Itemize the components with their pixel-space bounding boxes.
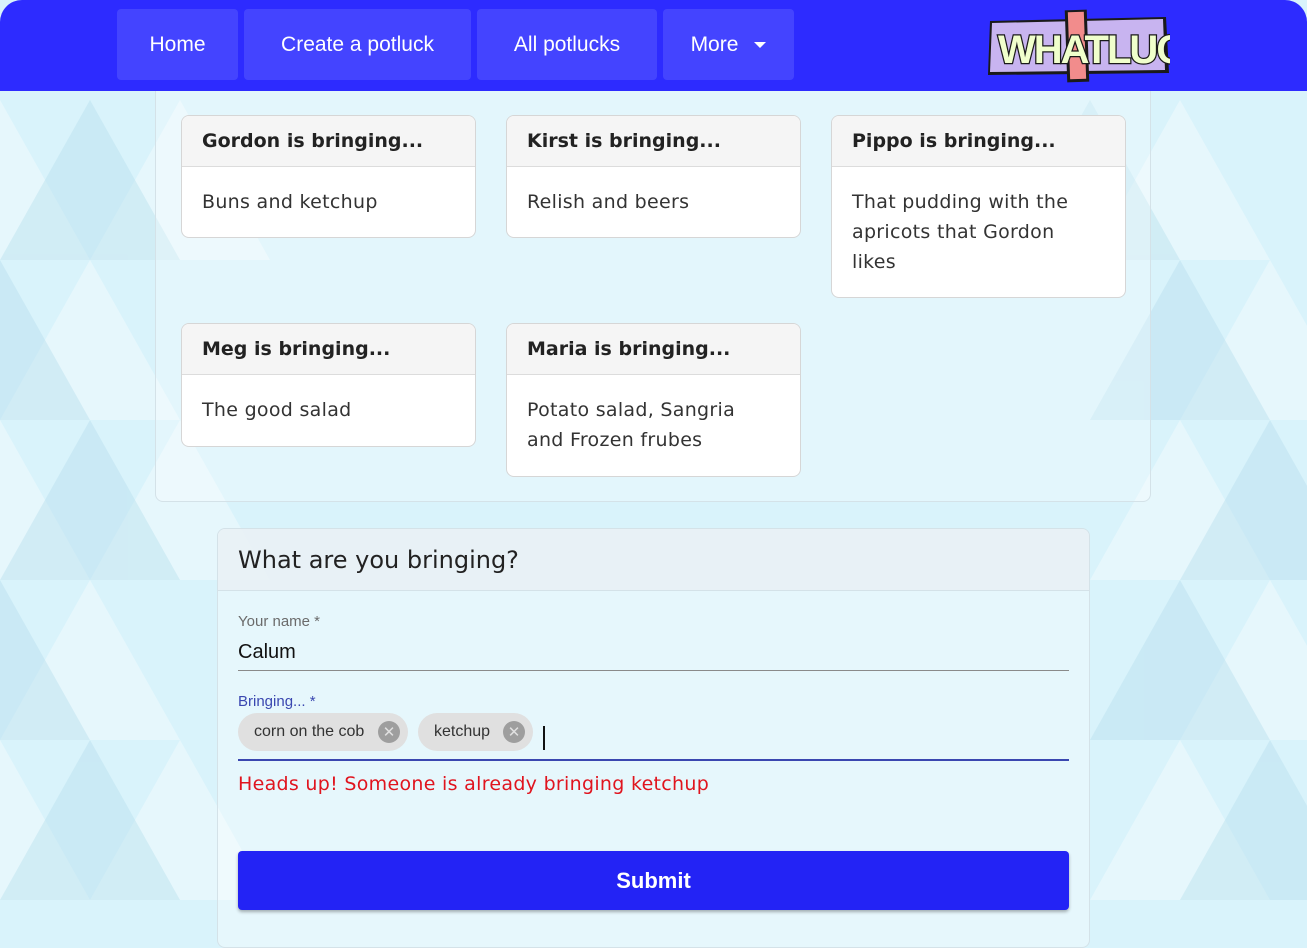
nav-home-label: Home bbox=[149, 32, 206, 56]
whatluck-logo[interactable]: WHATLUCK bbox=[984, 7, 1170, 83]
caret-down-icon bbox=[754, 41, 767, 48]
nav-more-dropdown[interactable]: More bbox=[663, 9, 794, 80]
contribution-card: Maria is bringing... Potato salad, Sangr… bbox=[506, 323, 801, 477]
top-navbar: Home Create a potluck All potlucks More … bbox=[0, 0, 1307, 91]
contribution-card: Kirst is bringing... Relish and beers bbox=[506, 115, 801, 238]
item-chip: ketchup ✕ bbox=[418, 713, 533, 751]
nav-home-button[interactable]: Home bbox=[117, 9, 238, 80]
name-input[interactable] bbox=[238, 635, 1069, 671]
card-item: That pudding with the apricots that Gord… bbox=[852, 191, 1069, 273]
name-field-label: Your name * bbox=[238, 613, 321, 630]
card-heading: Pippo is bringing... bbox=[832, 116, 1125, 167]
contribution-card: Pippo is bringing... That pudding with t… bbox=[831, 115, 1126, 298]
contribution-card: Gordon is bringing... Buns and ketchup bbox=[181, 115, 476, 238]
item-chip: corn on the cob ✕ bbox=[238, 713, 408, 751]
chip-label: ketchup bbox=[434, 723, 491, 740]
bringing-field-label: Bringing... * bbox=[238, 693, 316, 710]
card-heading: Gordon is bringing... bbox=[182, 116, 475, 167]
card-heading: Maria is bringing... bbox=[507, 324, 800, 375]
card-item: The good salad bbox=[202, 399, 352, 421]
text-cursor bbox=[543, 726, 545, 750]
bringing-chip-input[interactable]: corn on the cob ✕ ketchup ✕ bbox=[238, 713, 1069, 761]
nav-all-label: All potlucks bbox=[513, 32, 621, 56]
card-item: Buns and ketchup bbox=[202, 191, 378, 213]
nav-more-label: More bbox=[690, 32, 739, 56]
bringing-form: What are you bringing? Your name * Bring… bbox=[217, 528, 1090, 948]
nav-create-potluck-button[interactable]: Create a potluck bbox=[244, 9, 471, 80]
chip-label: corn on the cob bbox=[254, 723, 365, 740]
card-item: Relish and beers bbox=[527, 191, 690, 213]
submit-button[interactable]: Submit bbox=[238, 851, 1069, 910]
card-item: Potato salad, Sangria and Frozen frubes bbox=[527, 399, 736, 451]
logo-wordmark: WHATLUCK bbox=[998, 28, 1170, 72]
nav-all-potlucks-button[interactable]: All potlucks bbox=[477, 9, 657, 80]
nav-create-label: Create a potluck bbox=[281, 32, 434, 56]
form-title: What are you bringing? bbox=[218, 529, 1089, 591]
card-heading: Kirst is bringing... bbox=[507, 116, 800, 167]
duplicate-warning: Heads up! Someone is already bringing ke… bbox=[238, 773, 710, 795]
card-heading: Meg is bringing... bbox=[182, 324, 475, 375]
chip-remove-icon[interactable]: ✕ bbox=[378, 721, 400, 743]
contribution-card: Meg is bringing... The good salad bbox=[181, 323, 476, 447]
chip-remove-icon[interactable]: ✕ bbox=[503, 721, 525, 743]
